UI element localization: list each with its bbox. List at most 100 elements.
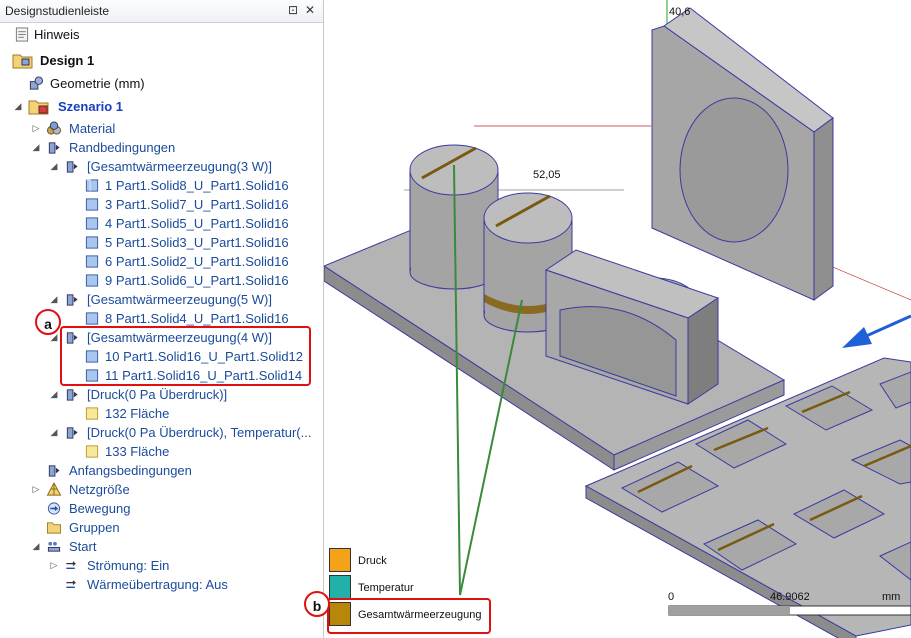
expand-arrow-icon[interactable]: ▷ [31, 119, 41, 138]
pressure-icon [66, 389, 78, 401]
legend-label: Druck [358, 555, 387, 567]
heat-source-icon [66, 294, 78, 306]
tree-item-label: Randbedingungen [69, 140, 176, 155]
collapse-arrow-icon[interactable]: ◢ [31, 537, 41, 556]
tree-item-design[interactable]: Design 1 [0, 51, 320, 70]
tree-item-label: 1 Part1.Solid8_U_Part1.Solid16 [105, 178, 289, 193]
tree-item-start[interactable]: ◢ Start [0, 537, 320, 556]
panel-title-bar: Designstudienleiste ⊡ ✕ [0, 0, 323, 23]
tree-item-stroemung[interactable]: ▷ Strömung: Ein [0, 556, 320, 575]
expand-arrow-icon[interactable]: ▷ [31, 480, 41, 499]
tree-item-solid[interactable]: 5 Part1.Solid3_U_Part1.Solid16 [0, 233, 320, 252]
heat-source-icon [66, 161, 78, 173]
tree-item-solid[interactable]: 4 Part1.Solid5_U_Part1.Solid16 [0, 214, 320, 233]
tree-item-label: Wärmeübertragung: Aus [87, 577, 228, 592]
scale-label-unit: mm [882, 591, 901, 603]
dimension-label-mid: 52,05 [533, 169, 561, 181]
tree-item-heat-3w[interactable]: ◢ [Gesamtwärmeerzeugung(3 W)] [0, 157, 320, 176]
note-icon [15, 27, 29, 42]
expand-arrow-icon[interactable]: ▷ [49, 556, 59, 575]
collapse-arrow-icon[interactable]: ◢ [49, 157, 59, 176]
scale-label-mid: 46.9062 [770, 591, 810, 603]
solid-body-icon [85, 198, 99, 211]
tree-item-label: [Druck(0 Pa Überdruck)] [87, 387, 228, 402]
face-icon [85, 445, 99, 458]
tree-item-label: Material [69, 121, 116, 136]
tree-item-face[interactable]: 133 Fläche [0, 442, 320, 461]
callout-a-highlight [60, 326, 311, 386]
design-study-panel: Designstudienleiste ⊡ ✕ Hinweis Design 1… [0, 0, 324, 638]
solid-body-icon [85, 255, 99, 268]
flow-arrow [842, 314, 911, 348]
tree-item-solid[interactable]: 1 Part1.Solid8_U_Part1.Solid16 [0, 176, 320, 195]
callout-b-highlight [327, 598, 491, 634]
tree-item-anfangsbedingungen[interactable]: Anfangsbedingungen [0, 461, 320, 480]
tree-item-label: Netzgröße [69, 482, 130, 497]
motion-icon [47, 502, 61, 515]
close-icon[interactable]: ✕ [303, 3, 317, 17]
solid-body-icon [85, 217, 99, 230]
solid-body-icon [85, 312, 99, 325]
tree-item-hinweis[interactable]: Hinweis [0, 25, 320, 44]
tree-item-label: Gruppen [69, 520, 120, 535]
tree-item-label: Szenario 1 [58, 99, 124, 114]
tree-item-randbedingungen[interactable]: ◢ Randbedingungen [0, 138, 320, 157]
solid-body-icon [85, 236, 99, 249]
tree-item-label: Start [69, 539, 97, 554]
tree-item-label: 132 Fläche [105, 406, 170, 421]
tree-item-label: Bewegung [69, 501, 131, 516]
tree-item-label: 133 Fläche [105, 444, 170, 459]
tree-item-label: [Druck(0 Pa Überdruck), Temperatur(... [87, 425, 312, 440]
collapse-arrow-icon[interactable]: ◢ [13, 97, 23, 116]
tree-item-waermeuebertragung[interactable]: Wärmeübertragung: Aus [0, 575, 320, 594]
tree-item-geometrie[interactable]: Geometrie (mm) [0, 74, 320, 93]
tree-item-face[interactable]: 132 Fläche [0, 404, 320, 423]
tree-item-solid[interactable]: 6 Part1.Solid2_U_Part1.Solid16 [0, 252, 320, 271]
collapse-arrow-icon[interactable]: ◢ [49, 290, 59, 309]
panel-title: Designstudienleiste [5, 4, 110, 18]
dimension-label-top: 40,6 [669, 6, 691, 18]
square-block [651, 7, 834, 301]
3d-viewport[interactable]: 40,6 52,05 0 46.9062 mm Druck Temperatur… [304, 0, 911, 638]
pressure-icon [66, 427, 78, 439]
tree-item-pressure-temperature[interactable]: ◢ [Druck(0 Pa Überdruck), Temperatur(... [0, 423, 320, 442]
material-icon [46, 121, 62, 135]
collapse-arrow-icon[interactable]: ◢ [49, 385, 59, 404]
callout-a-marker: a [35, 309, 61, 335]
tree-item-heat-5w[interactable]: ◢ [Gesamtwärmeerzeugung(5 W)] [0, 290, 320, 309]
legend-label: Temperatur [358, 582, 414, 594]
solid-body-icon [85, 179, 99, 192]
face-icon [85, 407, 99, 420]
tree-item-label: Geometrie (mm) [50, 76, 145, 91]
tree-item-label: Anfangsbedingungen [69, 463, 192, 478]
tree-item-label: 9 Part1.Solid6_U_Part1.Solid16 [105, 273, 289, 288]
tree-item-pressure[interactable]: ◢ [Druck(0 Pa Überdruck)] [0, 385, 320, 404]
tree-item-label: 8 Part1.Solid4_U_Part1.Solid16 [105, 311, 289, 326]
heat-transfer-icon [66, 580, 77, 589]
tree-item-material[interactable]: ▷ Material [0, 119, 320, 138]
flow-icon [66, 561, 77, 570]
tree-item-label: Design 1 [40, 53, 95, 68]
tree-item-bewegung[interactable]: Bewegung [0, 499, 320, 518]
tree-item-label: Hinweis [34, 27, 80, 42]
pin-icon[interactable]: ⊡ [286, 3, 300, 17]
tree-item-szenario[interactable]: ◢ Szenario 1 [0, 97, 320, 116]
tree-item-label: 5 Part1.Solid3_U_Part1.Solid16 [105, 235, 289, 250]
collapse-arrow-icon[interactable]: ◢ [49, 423, 59, 442]
scale-label-start: 0 [668, 591, 675, 603]
design-folder-icon [12, 54, 33, 69]
tree-item-label: 4 Part1.Solid5_U_Part1.Solid16 [105, 216, 289, 231]
groups-folder-icon [46, 522, 62, 534]
collapse-arrow-icon[interactable]: ◢ [31, 138, 41, 157]
tree-item-label: [Gesamtwärmeerzeugung(5 W)] [87, 292, 272, 307]
boundary-condition-icon [48, 142, 60, 154]
solver-start-icon [47, 541, 61, 552]
tree-item-label: 3 Part1.Solid7_U_Part1.Solid16 [105, 197, 289, 212]
tree-item-netzgroesse[interactable]: ▷ Netzgröße [0, 480, 320, 499]
boundary-legend: Druck Temperatur Gesamtwärmeerzeugung [324, 540, 494, 635]
tree-item-gruppen[interactable]: Gruppen [0, 518, 320, 537]
solid-body-icon [85, 274, 99, 287]
tree-item-solid[interactable]: 3 Part1.Solid7_U_Part1.Solid16 [0, 195, 320, 214]
tree-item-label: Strömung: Ein [87, 558, 170, 573]
tree-item-solid[interactable]: 9 Part1.Solid6_U_Part1.Solid16 [0, 271, 320, 290]
